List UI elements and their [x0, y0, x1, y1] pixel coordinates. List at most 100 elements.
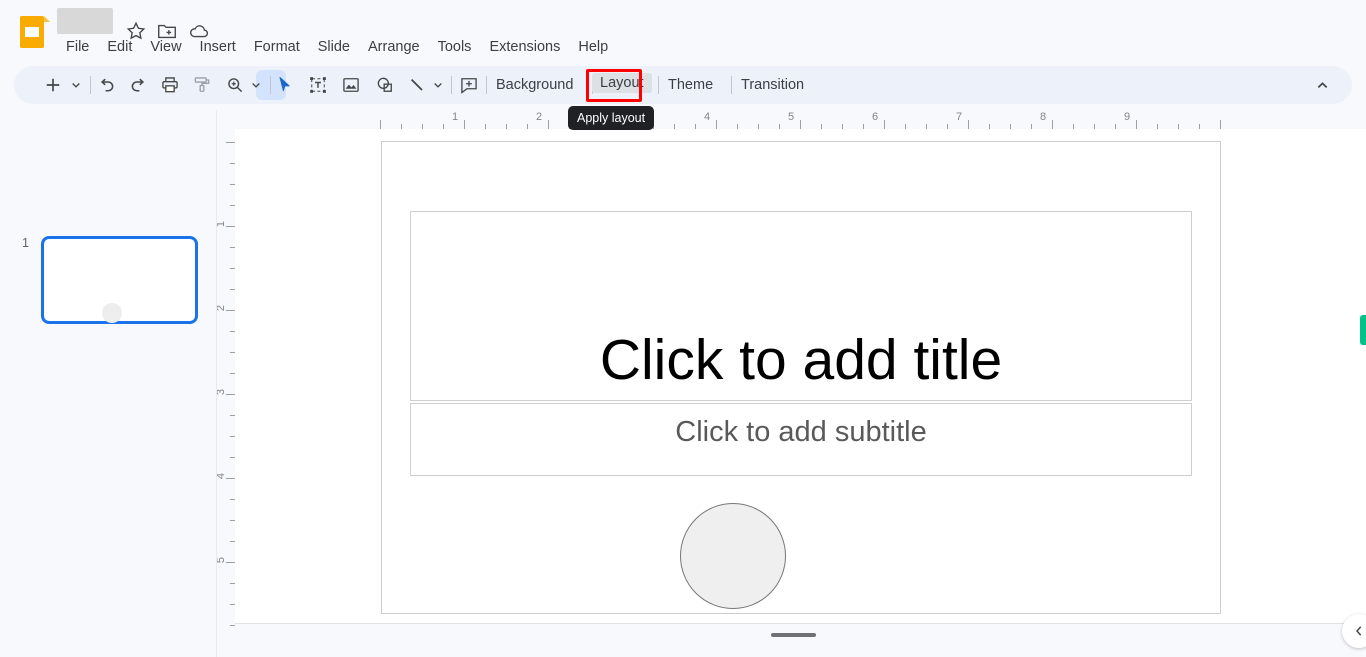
speaker-notes-drag-handle[interactable]: [771, 633, 816, 637]
menu-insert[interactable]: Insert: [191, 36, 245, 58]
panel-divider: [216, 110, 217, 657]
zoom-button[interactable]: [223, 73, 247, 97]
layout-button[interactable]: Layout: [592, 73, 652, 93]
ruler-label: 4: [704, 111, 711, 123]
ruler-tick: [1136, 120, 1137, 129]
ruler-tick: [226, 310, 235, 311]
insert-image-button[interactable]: [339, 73, 363, 97]
chevron-up-icon: [1317, 81, 1327, 88]
ruler-tick: [800, 120, 801, 129]
chevron-left-icon: [1356, 626, 1362, 636]
ruler-tick: [380, 120, 381, 129]
zoom-caret[interactable]: [248, 73, 264, 97]
ruler-label: 8: [1040, 111, 1047, 123]
paint-roller-icon: [194, 77, 210, 92]
ruler-tick: [226, 562, 235, 563]
menu-arrange[interactable]: Arrange: [359, 36, 429, 58]
slide-thumbnail-1[interactable]: [41, 236, 198, 324]
comment-button[interactable]: [457, 73, 481, 97]
printer-icon: [162, 77, 178, 93]
new-slide-layout-caret[interactable]: [68, 73, 84, 97]
ruler-label: 2: [536, 111, 543, 123]
menu-format[interactable]: Format: [245, 36, 309, 58]
ruler-tick: [226, 142, 235, 143]
plus-icon: [46, 78, 60, 92]
apply-layout-tooltip: Apply layout: [568, 106, 655, 130]
ruler-tick: [1052, 120, 1053, 129]
ruler-label: 9: [1124, 111, 1131, 123]
theme-button[interactable]: Theme: [660, 75, 721, 95]
shape-icon: [377, 77, 392, 92]
chevron-down-icon: [72, 83, 80, 88]
shape-button[interactable]: [373, 73, 397, 97]
collapse-toolbar-button[interactable]: [1310, 73, 1334, 97]
magnifier-icon: [228, 78, 243, 93]
ruler-label: 5: [788, 111, 795, 123]
vertical-ruler[interactable]: 1 2 3 4 5: [216, 129, 235, 633]
add-comment-icon: [461, 78, 477, 94]
ruler-label: 7: [956, 111, 963, 123]
ruler-label: 1: [216, 220, 227, 228]
circle-shape[interactable]: [680, 503, 786, 609]
menu-slide[interactable]: Slide: [309, 36, 359, 58]
menu-file[interactable]: File: [57, 36, 98, 58]
ruler-tick: [884, 120, 885, 129]
ruler-label: 1: [452, 111, 459, 123]
title-placeholder-text: Click to add title: [599, 328, 1003, 393]
toolbar-divider: [486, 76, 487, 94]
horizontal-ruler[interactable]: 123456789: [235, 110, 1366, 129]
ruler-tick: [464, 120, 465, 129]
menu-view[interactable]: View: [141, 36, 190, 58]
thumbnail-circle-shape: [102, 303, 122, 323]
line-icon: [410, 78, 423, 91]
line-caret[interactable]: [430, 73, 446, 97]
undo-icon: [100, 78, 113, 92]
ruler-tick: [968, 120, 969, 129]
title-placeholder[interactable]: Click to add title: [410, 211, 1192, 401]
toolbar-divider: [270, 76, 271, 94]
speaker-notes-strip[interactable]: [235, 624, 1366, 657]
line-button[interactable]: [405, 73, 429, 97]
toolbar-divider: [658, 76, 659, 94]
menu-help[interactable]: Help: [569, 36, 617, 58]
ruler-label: 5: [216, 556, 227, 564]
background-button[interactable]: Background: [488, 75, 581, 95]
redo-icon: [131, 78, 144, 92]
undo-button[interactable]: [94, 73, 118, 97]
menu-extensions[interactable]: Extensions: [480, 36, 569, 58]
subtitle-placeholder-text: Click to add subtitle: [675, 416, 927, 448]
subtitle-placeholder[interactable]: Click to add subtitle: [410, 403, 1192, 476]
document-title[interactable]: [57, 8, 113, 34]
slide-number-1: 1: [22, 236, 29, 250]
text-box-button[interactable]: [306, 73, 330, 97]
top-bar: File Edit View Insert Format Slide Arran…: [0, 0, 1366, 62]
image-icon: [343, 78, 359, 92]
ruler-tick: [226, 478, 235, 479]
transition-button[interactable]: Transition: [733, 75, 812, 95]
redo-button[interactable]: [126, 73, 150, 97]
ruler-label: 4: [216, 472, 227, 480]
print-button[interactable]: [158, 73, 182, 97]
ruler-label: 6: [872, 111, 879, 123]
menu-edit[interactable]: Edit: [98, 36, 141, 58]
side-panel-tab[interactable]: [1360, 315, 1366, 345]
slide-filmstrip-panel: 1: [0, 110, 216, 657]
paint-format-button[interactable]: [190, 73, 214, 97]
google-slides-window: File Edit View Insert Format Slide Arran…: [0, 0, 1366, 657]
ruler-tick: [226, 226, 235, 227]
chevron-down-icon: [252, 83, 260, 88]
chevron-down-icon: [434, 83, 442, 88]
ruler-tick: [548, 120, 549, 129]
toolbar: Background Layout Theme Transition: [14, 66, 1352, 104]
toolbar-divider: [90, 76, 91, 94]
menu-tools[interactable]: Tools: [429, 36, 481, 58]
menu-bar: File Edit View Insert Format Slide Arran…: [57, 36, 617, 58]
ruler-tick: [1220, 120, 1221, 129]
select-tool-button[interactable]: [273, 73, 297, 97]
slides-logo-icon: [20, 16, 50, 48]
ruler-label: 3: [216, 388, 227, 396]
cursor-arrow-icon: [279, 77, 290, 92]
ruler-label: 2: [216, 304, 227, 312]
new-slide-button[interactable]: [41, 73, 65, 97]
text-box-icon: [310, 77, 326, 93]
